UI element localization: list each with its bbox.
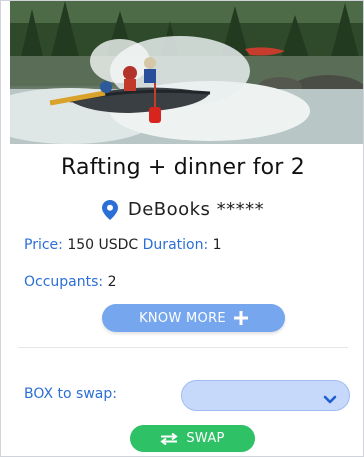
duration-value: 1 [212, 237, 222, 253]
price-duration-row: Price: 150 USDC Duration: 1 [24, 237, 222, 253]
occupants-label: Occupants: [24, 274, 104, 290]
price-label: Price: [24, 237, 63, 253]
box-to-swap-label: BOX to swap: [24, 386, 117, 402]
experience-title: Rafting + dinner for 2 [61, 155, 305, 180]
plus-icon [233, 311, 248, 325]
price-value: 150 USDC [67, 237, 139, 253]
experience-card: Rafting + dinner for 2 DeBooks ***** Pri… [0, 0, 364, 457]
know-more-button[interactable]: KNOW MORE [102, 304, 285, 332]
swap-arrows-icon [160, 432, 178, 445]
location-pin-icon [101, 199, 118, 220]
swap-label: SWAP [186, 431, 225, 446]
occupants-row: Occupants: 2 [24, 274, 117, 290]
duration-label: Duration: [142, 237, 209, 253]
box-to-swap-select[interactable] [181, 380, 350, 411]
rafting-photo-art [10, 1, 363, 144]
occupants-value: 2 [107, 274, 117, 290]
chevron-down-icon [323, 390, 337, 404]
provider-row: DeBooks ***** [1, 199, 363, 220]
know-more-label: KNOW MORE [139, 310, 226, 326]
divider [18, 347, 348, 348]
provider-name: DeBooks ***** [127, 199, 265, 220]
rafting-photo [10, 1, 363, 144]
swap-button[interactable]: SWAP [130, 425, 255, 452]
